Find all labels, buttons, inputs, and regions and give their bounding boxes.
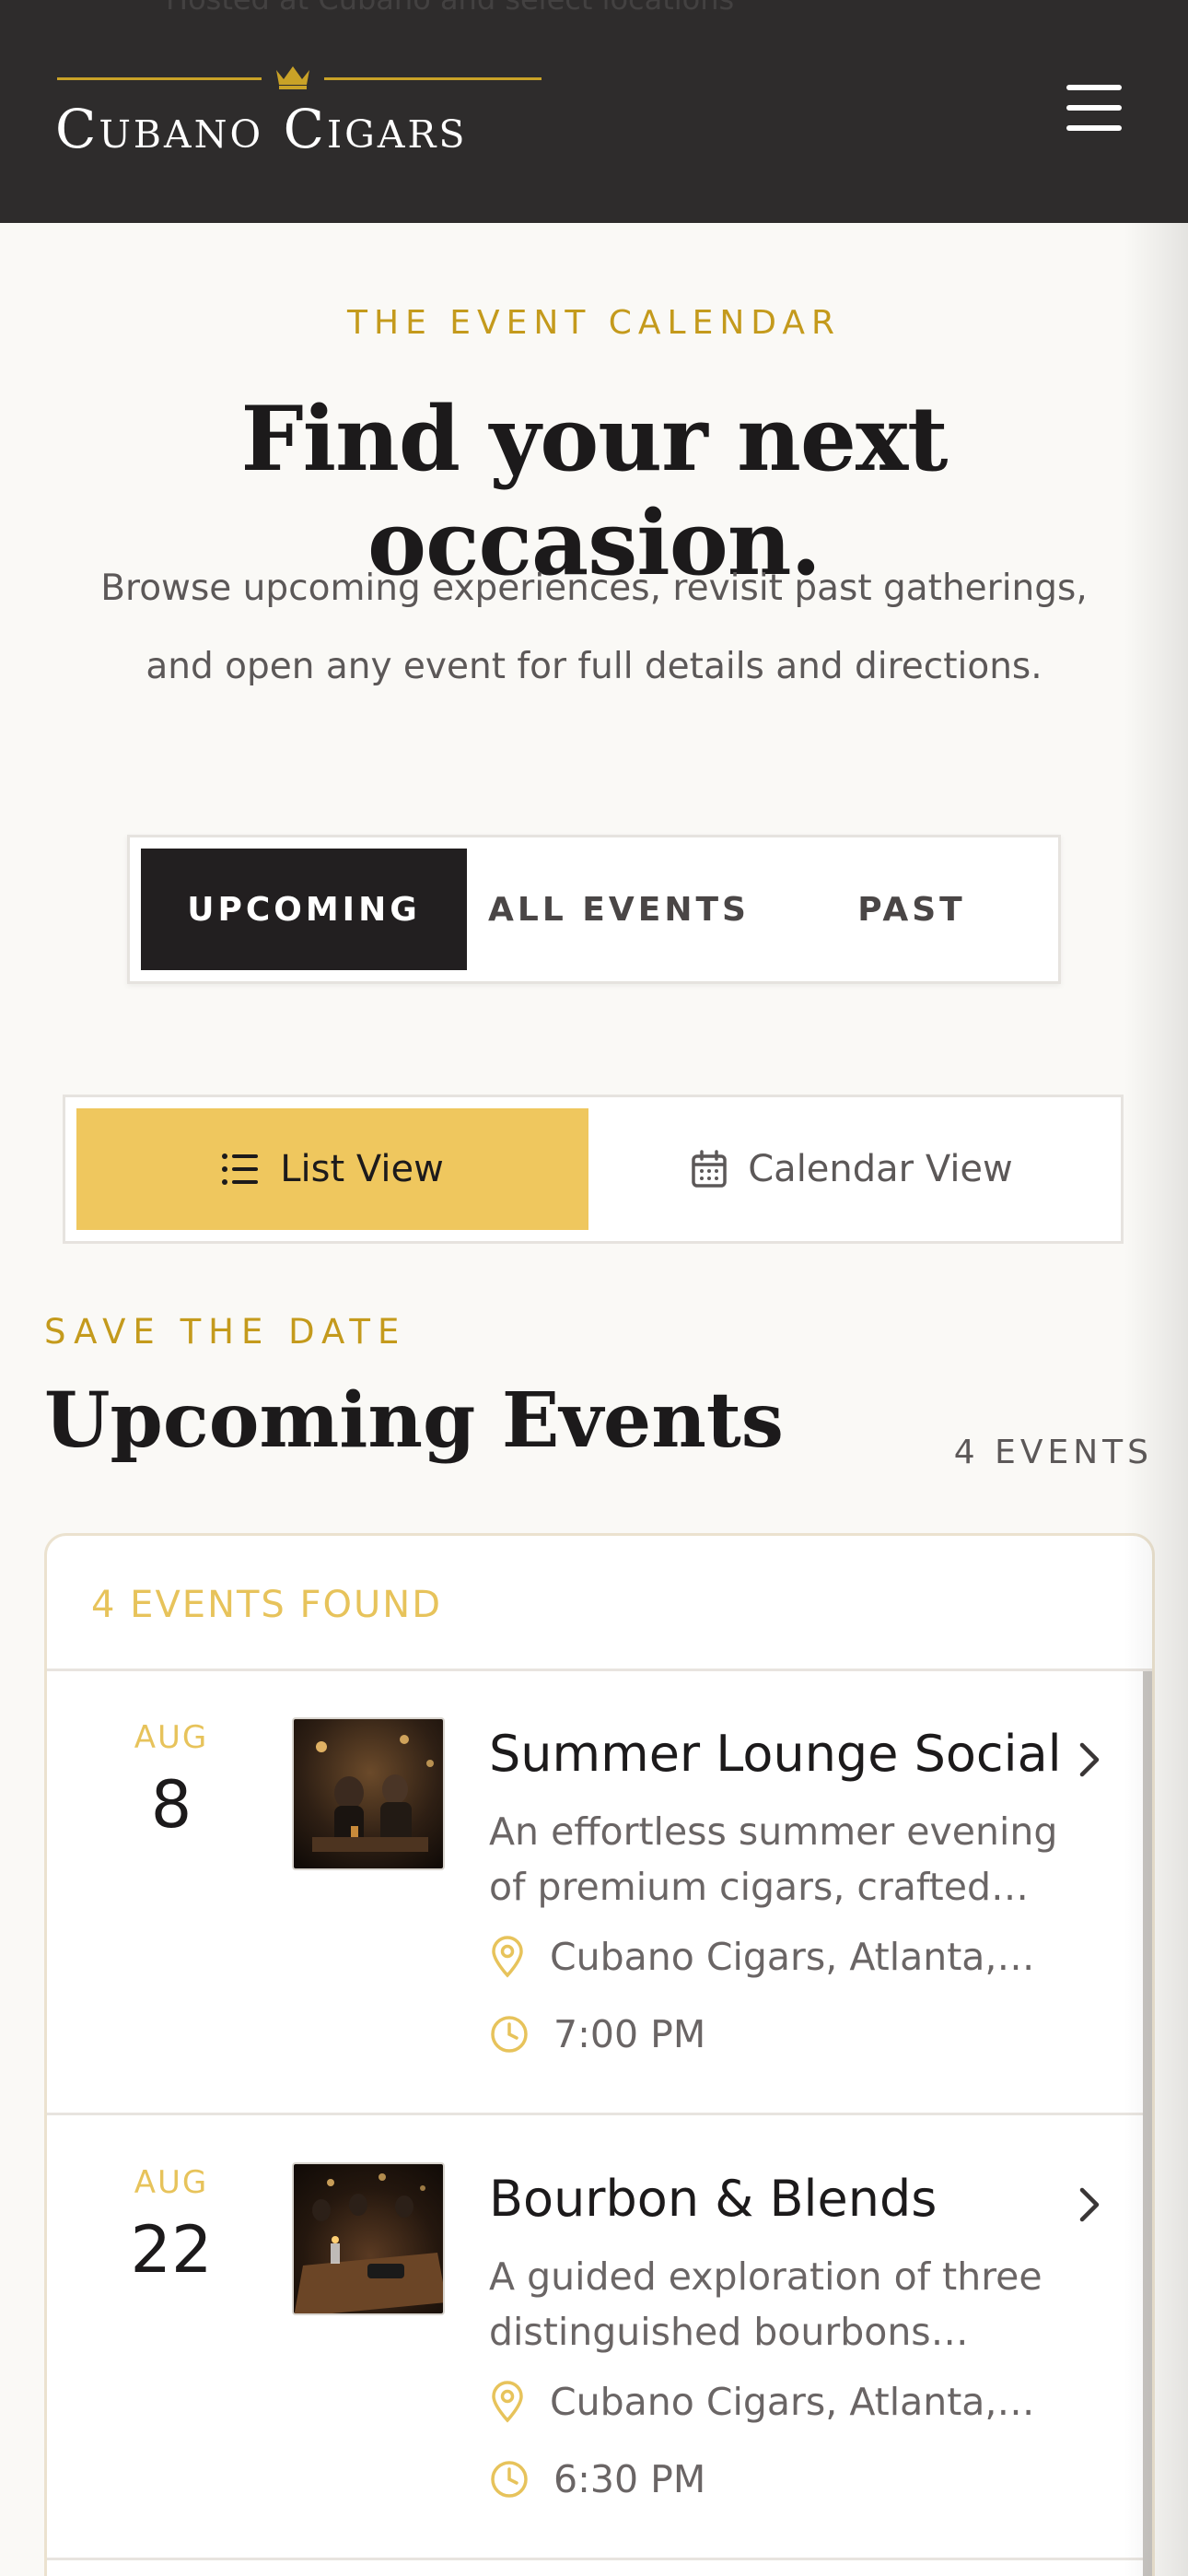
event-time: 6:30 PM bbox=[489, 2457, 705, 2501]
event-time: 7:00 PM bbox=[489, 2012, 705, 2056]
logo-rule-left bbox=[57, 77, 262, 80]
event-thumbnail bbox=[292, 2162, 445, 2315]
location-pin-icon bbox=[492, 1936, 523, 1978]
tab-past[interactable]: PAST bbox=[771, 849, 1053, 970]
event-location-text: Cubano Cigars, Atlanta,… bbox=[550, 1935, 1035, 1979]
event-day: 22 bbox=[130, 2212, 213, 2288]
event-thumbnail bbox=[292, 1717, 445, 1870]
event-description: A guided exploration of three distinguis… bbox=[489, 2254, 1042, 2354]
chevron-right-icon bbox=[1079, 1742, 1100, 1777]
list-scrollbar[interactable] bbox=[1143, 1671, 1152, 2576]
section-eyebrow: SAVE THE DATE bbox=[44, 1312, 407, 1352]
divider bbox=[47, 2558, 1143, 2560]
list-icon bbox=[222, 1153, 259, 1185]
crown-icon bbox=[276, 66, 309, 89]
event-title: Bourbon & Blends bbox=[489, 2170, 938, 2228]
lounge-photo bbox=[294, 1719, 443, 1868]
event-location-text: Cubano Cigars, Atlanta,… bbox=[550, 2380, 1035, 2424]
event-month: AUG bbox=[134, 1719, 209, 1756]
event-month: AUG bbox=[134, 2164, 209, 2201]
chevron-right-icon bbox=[1079, 2187, 1100, 2222]
site-header: Hosted at Cubano and select locations Cu… bbox=[0, 0, 1188, 223]
events-list-card: 4 EVENTS FOUND AUG 8 Summer Lounge Socia… bbox=[44, 1533, 1155, 2576]
logo-rule-right bbox=[324, 77, 542, 80]
hero-eyebrow: THE EVENT CALENDAR bbox=[347, 304, 841, 342]
tab-all-events[interactable]: ALL EVENTS bbox=[467, 849, 771, 970]
event-count: 4 EVENTS bbox=[953, 1434, 1153, 1471]
event-row[interactable]: AUG 22 Bourbon & Blends A guided explora… bbox=[47, 2116, 1143, 2560]
bourbon-photo bbox=[294, 2164, 443, 2313]
event-time-text: 6:30 PM bbox=[553, 2457, 706, 2501]
list-view-button[interactable]: List View bbox=[76, 1108, 588, 1230]
calendar-view-button[interactable]: Calendar View bbox=[588, 1108, 1115, 1230]
section-title: Upcoming Events bbox=[44, 1376, 784, 1465]
event-title: Summer Lounge Social bbox=[489, 1725, 1062, 1783]
clock-icon bbox=[491, 2016, 528, 2053]
event-filter-tabs: UPCOMING ALL EVENTS PAST bbox=[127, 835, 1061, 984]
event-location: Cubano Cigars, Atlanta,… bbox=[489, 1935, 1034, 1979]
site-logo[interactable]: Cubano Cigars bbox=[55, 59, 545, 170]
calendar-view-label: Calendar View bbox=[748, 1148, 1013, 1190]
event-row[interactable]: AUG 8 Summer Lounge Social An effortless… bbox=[47, 1671, 1143, 2115]
event-time-text: 7:00 PM bbox=[553, 2012, 706, 2056]
calendar-icon bbox=[692, 1150, 727, 1188]
event-description: An effortless summer evening of premium … bbox=[489, 1809, 1058, 1909]
event-location: Cubano Cigars, Atlanta,… bbox=[489, 2380, 1034, 2424]
list-view-label: List View bbox=[280, 1148, 444, 1190]
menu-bar bbox=[1066, 105, 1122, 111]
location-pin-icon bbox=[492, 2381, 523, 2423]
clock-icon bbox=[491, 2461, 528, 2498]
header-ghost-text: Hosted at Cubano and select locations bbox=[166, 0, 734, 17]
divider bbox=[47, 2113, 1143, 2115]
menu-bar bbox=[1066, 85, 1122, 90]
view-toggle: List View Calendar View bbox=[63, 1095, 1124, 1244]
menu-bar bbox=[1066, 125, 1122, 131]
tab-upcoming[interactable]: UPCOMING bbox=[141, 849, 467, 970]
events-found-label: 4 EVENTS FOUND bbox=[91, 1584, 443, 1626]
hamburger-menu-icon[interactable] bbox=[1059, 79, 1129, 138]
hero-description: Browse upcoming experiences, revisit pas… bbox=[100, 568, 1088, 687]
event-day: 8 bbox=[150, 1767, 192, 1843]
logo-wordmark: Cubano Cigars bbox=[55, 98, 468, 160]
